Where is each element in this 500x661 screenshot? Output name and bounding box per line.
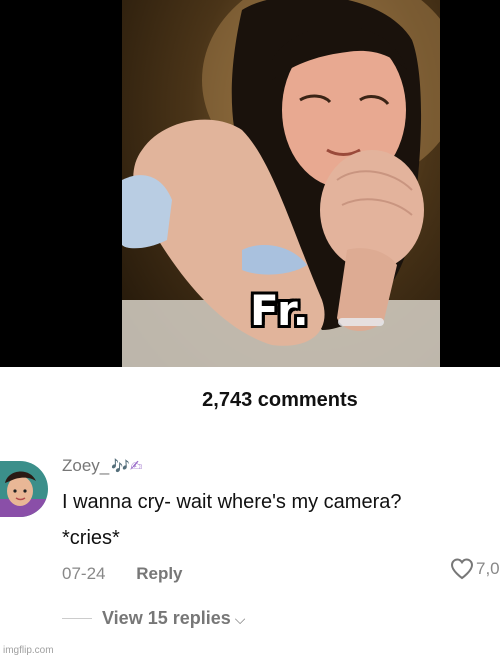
- username-decoration: 🎶✍: [111, 458, 143, 475]
- comments-header: 2,743 comments: [0, 389, 500, 412]
- user-avatar-icon[interactable]: [0, 461, 48, 517]
- video-player[interactable]: Fr.: [0, 0, 500, 367]
- chevron-down-icon[interactable]: ⌵: [235, 611, 246, 627]
- replies-divider: [62, 618, 92, 619]
- comment-date: 07-24: [62, 564, 106, 583]
- view-replies-button[interactable]: View 15 replies ⌵: [102, 608, 245, 629]
- reply-button[interactable]: Reply: [136, 564, 182, 583]
- comment-text-line-1: I wanna cry- wait where's my camera?: [62, 491, 402, 513]
- comment-meta: 07-24 Reply: [62, 564, 183, 584]
- video-caption-overlay: Fr.: [250, 286, 310, 335]
- like-button[interactable]: 7,0: [450, 558, 500, 580]
- username-text[interactable]: Zoey_: [62, 456, 109, 475]
- like-count: 7,0: [476, 559, 500, 578]
- view-replies-label[interactable]: View 15 replies: [102, 608, 231, 628]
- heart-outline-icon[interactable]: [450, 558, 474, 580]
- comment-body: I wanna cry- wait where's my camera? *cr…: [62, 484, 482, 556]
- watermark: imgflip.com: [3, 645, 54, 656]
- comment-text-line-2: *cries*: [62, 527, 120, 549]
- comments-count-label: 2,743 comments: [202, 389, 358, 411]
- comment-username[interactable]: Zoey_ 🎶✍: [62, 456, 143, 476]
